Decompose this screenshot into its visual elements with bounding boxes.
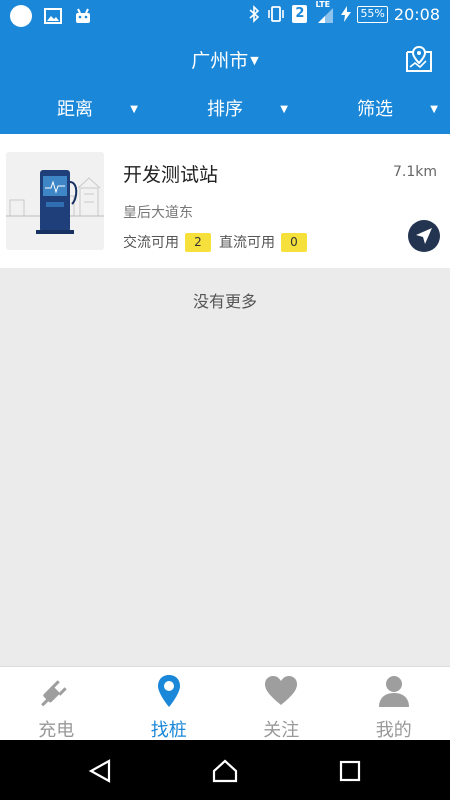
bottom-tab-bar: 充电 找桩 关注 我的 bbox=[0, 666, 450, 741]
filter-screen[interactable]: 筛选 ▼ bbox=[300, 96, 450, 128]
charging-icon bbox=[341, 6, 352, 22]
station-thumbnail bbox=[6, 152, 104, 250]
navigate-button[interactable] bbox=[408, 220, 440, 252]
ac-count-badge: 2 bbox=[185, 232, 211, 252]
city-selector[interactable]: 广州市 ▼ bbox=[0, 46, 450, 73]
battery-indicator: 55% bbox=[357, 5, 388, 23]
caret-down-icon: ▼ bbox=[430, 104, 438, 115]
city-label: 广州市 bbox=[191, 50, 249, 72]
bluetooth-icon bbox=[249, 5, 260, 23]
filter-bar: 距离 ▼ 排序 ▼ 筛选 ▼ bbox=[0, 96, 450, 128]
android-icon bbox=[76, 8, 90, 23]
person-icon bbox=[378, 676, 409, 707]
signal-icon: LTE bbox=[313, 0, 335, 24]
tab-label: 我的 bbox=[375, 720, 412, 741]
tab-label: 充电 bbox=[38, 720, 75, 741]
back-icon[interactable] bbox=[87, 758, 113, 784]
ac-available-label: 交流可用 bbox=[123, 235, 179, 251]
station-distance: 7.1km bbox=[392, 164, 437, 180]
filter-distance[interactable]: 距离 ▼ bbox=[0, 96, 150, 128]
vibrate-icon bbox=[268, 6, 285, 22]
recents-icon[interactable] bbox=[337, 758, 363, 784]
home-icon[interactable] bbox=[212, 758, 238, 784]
tab-follow[interactable]: 关注 bbox=[225, 667, 338, 741]
sim-indicator: 2 bbox=[292, 5, 308, 23]
image-icon bbox=[44, 8, 62, 24]
plug-icon bbox=[41, 680, 67, 707]
location-pin-icon bbox=[157, 675, 180, 707]
status-bar: 2 LTE 55% 20:08 bbox=[0, 0, 450, 32]
map-pin-icon[interactable] bbox=[404, 44, 434, 74]
caret-down-icon: ▼ bbox=[280, 104, 288, 115]
system-nav-bar bbox=[0, 740, 450, 800]
heart-icon bbox=[265, 676, 298, 705]
filter-label: 距离 bbox=[57, 99, 93, 120]
notification-circle-icon bbox=[10, 5, 32, 27]
charging-station-illustration-icon bbox=[6, 152, 104, 250]
tab-charge[interactable]: 充电 bbox=[0, 667, 113, 741]
dc-count-badge: 0 bbox=[281, 232, 307, 252]
tab-label: 找桩 bbox=[150, 720, 187, 741]
tab-label: 关注 bbox=[263, 720, 300, 741]
station-name: 开发测试站 bbox=[123, 164, 219, 186]
filter-sort[interactable]: 排序 ▼ bbox=[150, 96, 300, 128]
tab-mine[interactable]: 我的 bbox=[338, 667, 450, 741]
dc-available-label: 直流可用 bbox=[219, 235, 275, 251]
filter-label: 排序 bbox=[207, 99, 243, 120]
station-address: 皇后大道东 bbox=[123, 205, 193, 221]
clock: 20:08 bbox=[393, 4, 440, 24]
tab-find-charger[interactable]: 找桩 bbox=[113, 667, 226, 741]
app-header: 广州市 ▼ 距离 ▼ 排序 ▼ 筛选 ▼ bbox=[0, 32, 450, 134]
station-ports: 交流可用 2 直流可用 0 bbox=[123, 232, 315, 252]
filter-label: 筛选 bbox=[357, 99, 393, 120]
screen: 2 LTE 55% 20:08 广州市 ▼ 距离 ▼ 排序 ▼ 筛选 ▼ 开发测… bbox=[0, 0, 450, 800]
station-card[interactable]: 开发测试站 7.1km 皇后大道东 交流可用 2 直流可用 0 bbox=[0, 134, 450, 268]
navigation-arrow-icon bbox=[416, 228, 432, 244]
caret-down-icon: ▼ bbox=[250, 54, 259, 67]
caret-down-icon: ▼ bbox=[130, 104, 138, 115]
no-more-label: 没有更多 bbox=[192, 292, 257, 311]
